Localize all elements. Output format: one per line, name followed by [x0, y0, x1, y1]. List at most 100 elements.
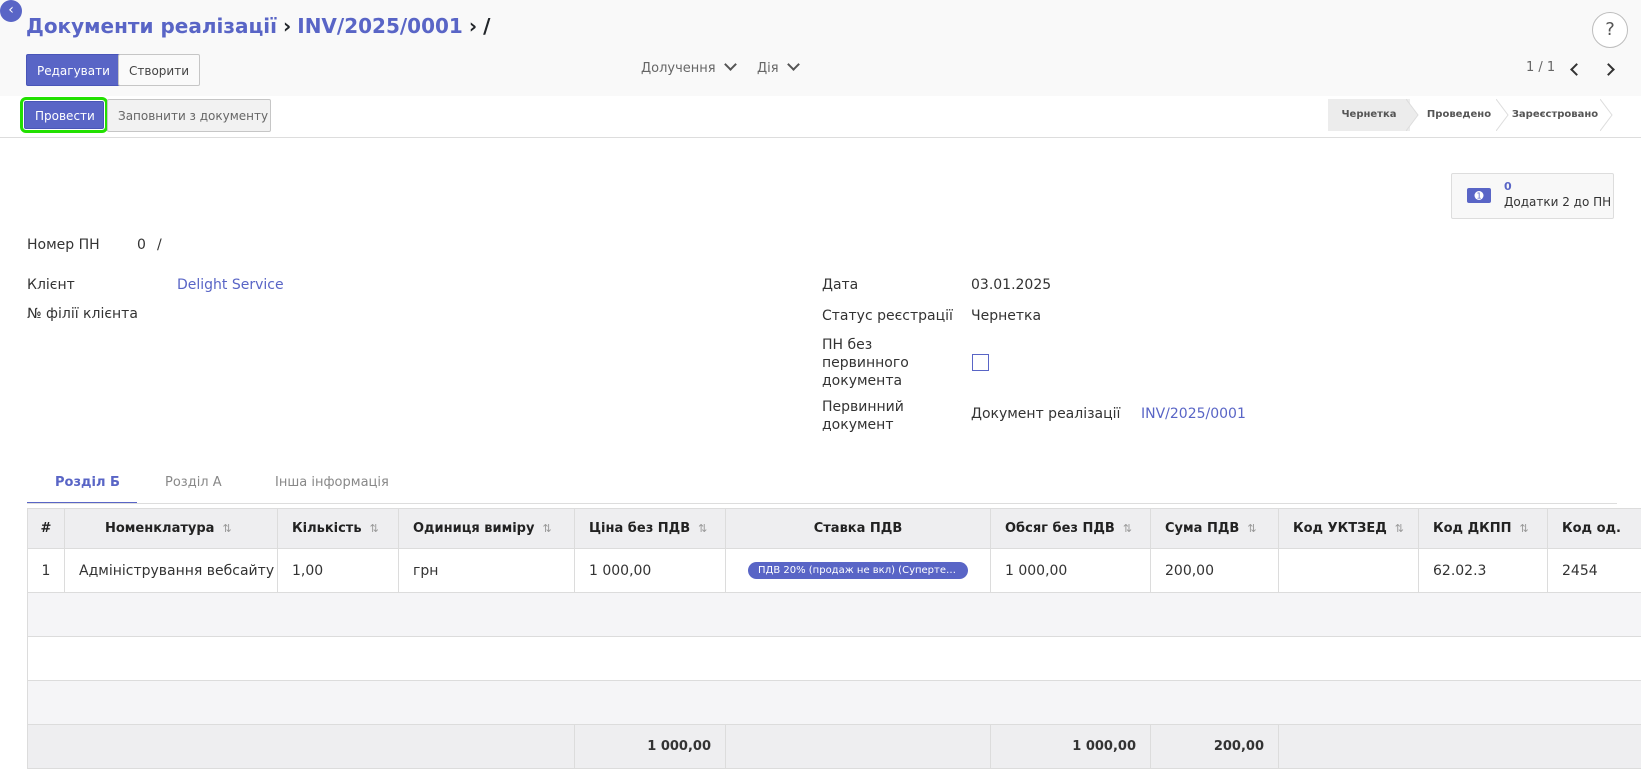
tax-invoice-number-value: 0 [137, 237, 146, 253]
column-header-label: Номенклатура [105, 521, 214, 536]
sort-icon[interactable]: ⇅ [222, 522, 231, 535]
vat-tag-badge: ПДВ 20% (продаж не вкл) (Супертест) [748, 562, 968, 579]
create-button[interactable]: Створити [118, 54, 200, 86]
empty-row [28, 593, 1641, 637]
chevron-down-icon [724, 58, 737, 71]
breadcrumb: Документи реалізації›INV/2025/0001›/ [26, 14, 490, 38]
sort-icon[interactable]: ⇅ [1123, 522, 1132, 535]
column-header-label: Одиниця виміру [413, 521, 534, 536]
total-price: 1 000,00 [575, 725, 726, 769]
chevron-down-icon [787, 58, 800, 71]
sort-icon[interactable]: ⇅ [1395, 522, 1404, 535]
cell-vat-amount: 200,00 [1151, 549, 1279, 593]
column-header-dkpp[interactable]: Код ДКПП⇅ [1419, 509, 1548, 549]
sort-icon[interactable]: ⇅ [698, 522, 707, 535]
control-panel: ‹ Документи реалізації›INV/2025/0001›/ ?… [0, 0, 1641, 97]
no-primary-document-checkbox[interactable] [972, 354, 989, 371]
tax-invoice-number-label: Номер ПН [27, 237, 100, 253]
tab-other-info[interactable]: Інша інформація [275, 475, 389, 490]
tab-section-b[interactable]: Розділ Б [55, 475, 120, 490]
column-header-label: Код УКТЗЕД [1293, 521, 1387, 536]
status-bar: Провести Заповнити з документу Чернетка … [0, 96, 1641, 138]
column-header-uktzed[interactable]: Код УКТЗЕД ⇅ [1279, 509, 1419, 549]
breadcrumb-current: / [483, 14, 490, 38]
status-arrow-icon [1406, 99, 1420, 131]
tab-section-a[interactable]: Розділ А [165, 475, 222, 490]
fill-from-document-button[interactable]: Заповнити з документу [107, 99, 271, 132]
status-step-posted[interactable]: Проведено [1420, 99, 1498, 131]
date-label: Дата [822, 277, 858, 293]
registration-status-value: Чернетка [971, 308, 1041, 324]
column-header-vat-rate: Ставка ПДВ [726, 509, 991, 549]
cell-vat-rate[interactable]: ПДВ 20% (продаж не вкл) (Супертест) [726, 549, 991, 593]
breadcrumb-separator-icon: › [469, 14, 477, 38]
help-button[interactable]: ? [1592, 12, 1628, 48]
total-vat: 200,00 [1151, 725, 1279, 769]
money-icon: 1 [1466, 187, 1492, 204]
column-header-number: # [28, 509, 65, 549]
date-value: 03.01.2025 [971, 277, 1051, 293]
primary-document-label: Первинний документ [822, 398, 904, 434]
table-header-row: # Номенклатура ⇅ Кількість⇅ Одиниця вимір… [28, 509, 1641, 549]
breadcrumb-documents-link[interactable]: Документи реалізації [26, 14, 277, 38]
sort-icon[interactable]: ⇅ [370, 522, 379, 535]
tabs-divider [27, 503, 1617, 504]
primary-document-link[interactable]: INV/2025/0001 [1141, 406, 1246, 422]
sort-icon[interactable]: ⇅ [1247, 522, 1256, 535]
totals-spacer [726, 725, 991, 769]
column-header-vat-amount[interactable]: Сума ПДВ ⇅ [1151, 509, 1279, 549]
label-line: документа [822, 372, 909, 390]
table-row[interactable]: 1 Адміністрування вебсайту 1,00 грн 1 00… [28, 549, 1641, 593]
svg-text:1: 1 [1476, 192, 1481, 201]
total-volume: 1 000,00 [991, 725, 1151, 769]
breadcrumb-separator-icon: › [283, 14, 291, 38]
edit-button[interactable]: Редагувати [26, 54, 121, 86]
status-step-draft[interactable]: Чернетка [1328, 99, 1410, 131]
label-line: Первинний [822, 398, 904, 416]
invoice-lines-table: # Номенклатура ⇅ Кількість⇅ Одиниця вимір… [27, 508, 1641, 769]
post-button[interactable]: Провести [24, 101, 104, 129]
cell-quantity[interactable]: 1,00 [278, 549, 399, 593]
pager-next-icon[interactable] [1602, 63, 1615, 76]
pager-value[interactable]: 1 / 1 [1526, 60, 1555, 75]
column-header-volume[interactable]: Обсяг без ПДВ ⇅ [991, 509, 1151, 549]
client-label: Клієнт [27, 277, 75, 293]
action-dropdown[interactable]: Дія [757, 61, 798, 76]
smart-button-count: 0 [1504, 180, 1512, 193]
breadcrumb-invoice-link[interactable]: INV/2025/0001 [297, 14, 463, 38]
attachments-dropdown[interactable]: Долучення [641, 61, 735, 76]
attachments-2-smart-button[interactable]: 1 0 Додатки 2 до ПН [1451, 173, 1614, 219]
empty-row [28, 681, 1641, 725]
sort-icon[interactable]: ⇅ [1520, 522, 1529, 535]
cell-price[interactable]: 1 000,00 [575, 549, 726, 593]
action-label: Дія [757, 61, 779, 76]
label-line: ПН без [822, 336, 909, 354]
label-line: документ [822, 416, 904, 434]
empty-cell [28, 637, 1641, 681]
no-primary-document-label: ПН без первинного документа [822, 336, 909, 390]
sort-icon[interactable]: ⇅ [542, 522, 551, 535]
empty-cell [28, 681, 1641, 725]
smart-button-label: Додатки 2 до ПН [1504, 195, 1611, 209]
cell-dkpp[interactable]: 62.02.3 [1419, 549, 1548, 593]
client-link[interactable]: Delight Service [177, 277, 284, 293]
empty-row [28, 637, 1641, 681]
status-arrow-icon [1496, 99, 1510, 131]
column-header-price[interactable]: Ціна без ПДВ⇅ [575, 509, 726, 549]
column-header-quantity[interactable]: Кількість⇅ [278, 509, 399, 549]
attachments-label: Долучення [641, 61, 716, 76]
pager-prev-icon[interactable] [1570, 63, 1583, 76]
totals-row: 1 000,00 1 000,00 200,00 [28, 725, 1641, 769]
cell-unit[interactable]: грн [399, 549, 575, 593]
cell-product[interactable]: Адміністрування вебсайту [65, 549, 278, 593]
column-header-product[interactable]: Номенклатура ⇅ [65, 509, 278, 549]
back-arrow-icon[interactable]: ‹ [0, 0, 22, 22]
tax-invoice-number-separator: / [157, 237, 162, 253]
cell-unit-code[interactable]: 2454 [1548, 549, 1641, 593]
column-header-unit[interactable]: Одиниця виміру ⇅ [399, 509, 575, 549]
totals-spacer [1279, 725, 1641, 769]
cell-uktzed[interactable] [1279, 549, 1419, 593]
column-header-label: Сума ПДВ [1165, 521, 1239, 536]
column-header-label: Обсяг без ПДВ [1005, 521, 1115, 536]
status-step-registered[interactable]: Зареєстровано [1510, 99, 1600, 131]
